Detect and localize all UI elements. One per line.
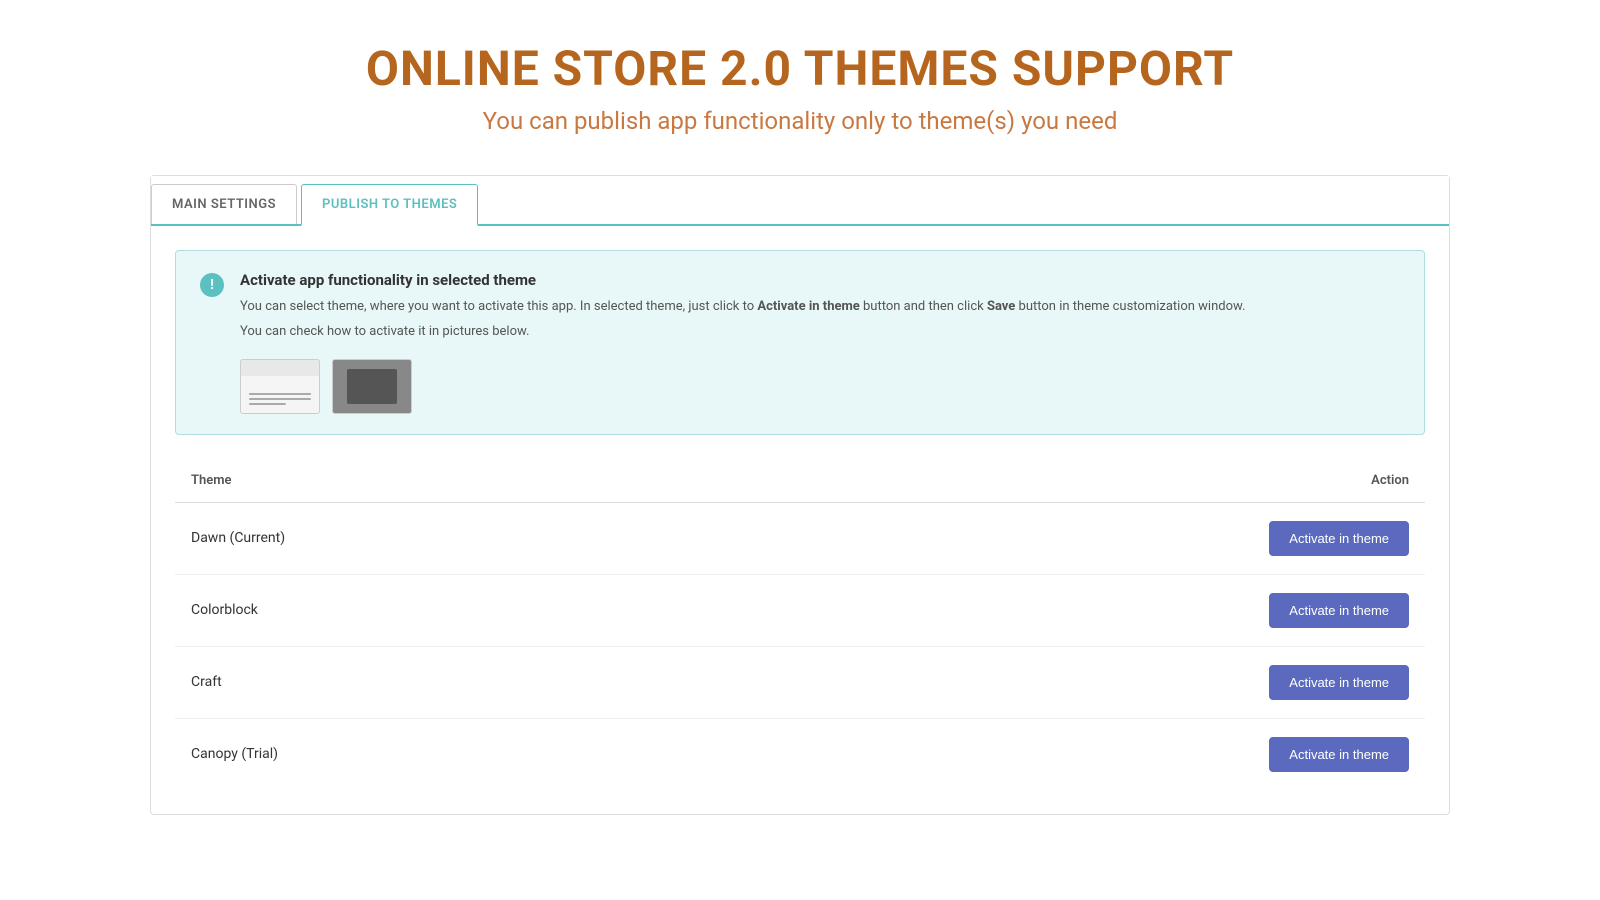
info-icon: ! — [200, 273, 224, 297]
action-cell-3: Activate in theme — [704, 646, 1425, 718]
action-cell-2: Activate in theme — [704, 574, 1425, 646]
activate-theme-button-1[interactable]: Activate in theme — [1269, 521, 1409, 556]
page-subtitle: You can publish app functionality only t… — [366, 107, 1234, 135]
page-header: ONLINE STORE 2.0 THEMES SUPPORT You can … — [366, 40, 1234, 135]
column-theme: Theme — [175, 459, 704, 503]
page-title: ONLINE STORE 2.0 THEMES SUPPORT — [366, 40, 1234, 97]
theme-name-4: Canopy (Trial) — [175, 718, 704, 790]
info-text-line2: You can check how to activate it in pict… — [240, 322, 1400, 343]
preview-images — [240, 359, 1400, 414]
theme-name-3: Craft — [175, 646, 704, 718]
activate-theme-button-3[interactable]: Activate in theme — [1269, 665, 1409, 700]
tab-main-settings[interactable]: MAIN SETTINGS — [151, 184, 297, 224]
activate-theme-button-2[interactable]: Activate in theme — [1269, 593, 1409, 628]
info-text-line1: You can select theme, where you want to … — [240, 297, 1400, 318]
action-cell-4: Activate in theme — [704, 718, 1425, 790]
activate-theme-button-4[interactable]: Activate in theme — [1269, 737, 1409, 772]
table-row: Canopy (Trial) Activate in theme — [175, 718, 1425, 790]
tabs-bar: MAIN SETTINGS PUBLISH TO THEMES — [151, 176, 1449, 226]
info-title: Activate app functionality in selected t… — [240, 271, 1400, 289]
info-content: Activate app functionality in selected t… — [240, 271, 1400, 414]
table-header-row: Theme Action — [175, 459, 1425, 503]
table-row: Craft Activate in theme — [175, 646, 1425, 718]
main-container: MAIN SETTINGS PUBLISH TO THEMES ! Activa… — [150, 175, 1450, 815]
column-action: Action — [704, 459, 1425, 503]
tab-content-publish: ! Activate app functionality in selected… — [151, 226, 1449, 814]
info-box: ! Activate app functionality in selected… — [175, 250, 1425, 435]
table-row: Colorblock Activate in theme — [175, 574, 1425, 646]
tab-publish-to-themes[interactable]: PUBLISH TO THEMES — [301, 184, 478, 226]
action-cell-1: Activate in theme — [704, 502, 1425, 574]
table-row: Dawn (Current) Activate in theme — [175, 502, 1425, 574]
themes-table: Theme Action Dawn (Current) Activate in t… — [175, 459, 1425, 790]
theme-name-2: Colorblock — [175, 574, 704, 646]
theme-name-1: Dawn (Current) — [175, 502, 704, 574]
preview-thumb-2 — [332, 359, 412, 414]
preview-thumb-1 — [240, 359, 320, 414]
